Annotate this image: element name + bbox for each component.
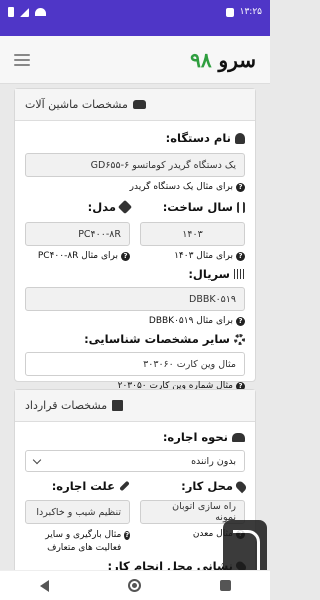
battery-icon — [8, 7, 14, 17]
recent-apps-icon[interactable] — [219, 580, 231, 591]
device-name-hint: ? برای مثال یک دستگاه گریدر — [25, 182, 245, 192]
serial-label: سریال: — [25, 267, 245, 281]
device-name-label: نام دستگاه: — [25, 131, 245, 145]
question-icon: ? — [236, 182, 245, 192]
machine-card-header: مشخصات ماشین آلات — [15, 89, 255, 121]
contract-card-header: مشخصات قرارداد — [15, 390, 255, 422]
machine-card-title: مشخصات ماشین آلات — [25, 98, 128, 111]
work-address-label: نشانی محل انجام کار: — [25, 559, 248, 570]
year-label: سال ساخت: — [140, 200, 245, 214]
machine-card: مشخصات ماشین آلات نام دستگاه: یک دستگاه … — [14, 88, 256, 391]
model-field[interactable]: PC۴۰۰-۸R — [25, 222, 130, 246]
contract-card-title: مشخصات قرارداد — [25, 399, 108, 412]
rental-reason-field[interactable]: تنظیم شیب و خاکبردا — [25, 500, 130, 524]
status-time: ۱۳:۲۵ — [239, 7, 262, 17]
person-icon — [235, 132, 245, 144]
status-bar: ۱۳:۲۵ — [0, 0, 270, 24]
sort-numeric-icon — [237, 201, 245, 213]
rental-reason-label: علت اجاره: — [25, 479, 130, 493]
back-icon[interactable] — [39, 579, 49, 592]
other-ids-label: سایر مشخصات شناسایی: — [25, 332, 245, 346]
model-label: مدل: — [25, 199, 133, 215]
wifi-icon — [35, 8, 46, 16]
wrench-icon — [119, 480, 130, 492]
contract-card: مشخصات قرارداد نحوه اجاره: بدون راننده م… — [14, 389, 256, 570]
question-icon: ? — [236, 251, 245, 261]
notification-icon — [225, 7, 234, 17]
cogs-icon — [234, 333, 245, 345]
year-hint: ? برای مثال ۱۴۰۳ — [140, 251, 245, 261]
menu-icon[interactable] — [14, 53, 30, 66]
serial-field[interactable]: DBBK۰۵۱۹ — [25, 287, 245, 311]
car-icon — [132, 100, 146, 109]
signal-icon — [20, 7, 29, 17]
rental-reason-hint: ? مثال بارگیری و سایر فعالیت های متعارف — [45, 530, 130, 553]
main-content[interactable]: مشخصات ماشین آلات نام دستگاه: یک دستگاه … — [0, 84, 270, 570]
app-bar-strip — [0, 24, 270, 36]
device-name-field[interactable]: یک دستگاه گریدر کوماتسو GD۶۵۵-۶ — [25, 153, 245, 177]
model-hint: ? برای مثال PC۴۰۰-۸R — [25, 251, 130, 261]
map-marker-icon — [234, 479, 248, 493]
work-location-label: محل کار: — [140, 479, 248, 493]
calendar-icon — [112, 400, 124, 411]
question-icon: ? — [121, 251, 130, 261]
app-header: سرو ۹۸ — [0, 36, 270, 84]
barcode-icon — [234, 269, 245, 279]
year-field[interactable]: ۱۴۰۳ — [140, 222, 245, 246]
home-icon[interactable] — [127, 579, 141, 592]
app-logo: سرو ۹۸ — [190, 47, 256, 72]
question-icon: ? — [124, 531, 130, 540]
chevron-down-icon — [32, 455, 42, 464]
rental-type-selected: بدون راننده — [191, 455, 236, 467]
question-icon: ? — [236, 316, 245, 326]
tag-icon — [117, 199, 133, 215]
rental-type-select[interactable]: بدون راننده — [25, 450, 245, 472]
users-icon — [232, 432, 245, 442]
system-nav-bar — [0, 570, 270, 600]
rental-type-label: نحوه اجاره: — [25, 430, 245, 444]
other-ids-field[interactable]: مثال وین کارت ۳۰۳۰۶۰ — [25, 352, 245, 376]
serial-hint: ? برای مثال DBBK۰۵۱۹ — [25, 316, 245, 326]
